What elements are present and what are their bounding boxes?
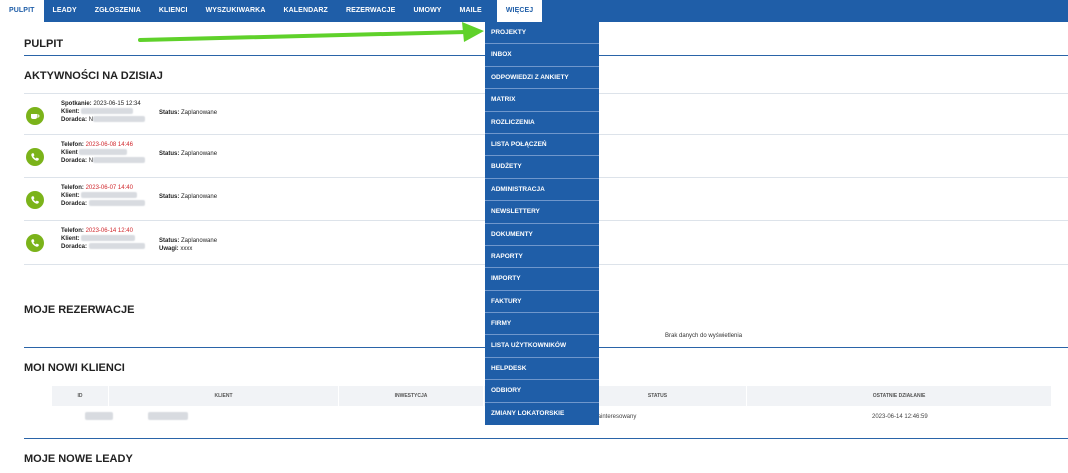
menu-item-newslettery[interactable]: NEWSLETTERY (485, 201, 599, 224)
nav-rezerwacje[interactable]: REZERWACJE (337, 0, 405, 22)
client-label: Klient: (61, 193, 80, 199)
column-header-investment[interactable]: INWESTYCJA (339, 386, 484, 406)
menu-item-odbiory[interactable]: ODBIORY (485, 380, 599, 403)
activity-datetime: 2023-06-08 14:46 (85, 142, 133, 148)
column-header-id[interactable]: ID (52, 386, 109, 406)
nav-wiecej[interactable]: WIĘCEJ (496, 0, 543, 22)
advisor-label: Doradca: (61, 201, 88, 207)
client-label: Klient (61, 150, 78, 156)
column-header-client[interactable]: KLIENT (109, 386, 339, 406)
menu-item-firmy[interactable]: FIRMY (485, 313, 599, 336)
activity-item[interactable]: Telefon: 2023-06-08 14:46 Klient Doradca… (26, 141, 326, 177)
activity-item[interactable]: Telefon: 2023-06-14 12:40 Klient: Doradc… (26, 227, 326, 263)
status-label: Status: (159, 194, 180, 200)
status-label: Status: (159, 151, 180, 157)
menu-item-inbox[interactable]: INBOX (485, 44, 599, 67)
activity-datetime: 2023-06-14 12:40 (85, 228, 133, 234)
phone-icon (31, 153, 39, 161)
nav-kalendarz[interactable]: KALENDARZ (274, 0, 336, 22)
phone-icon (31, 196, 39, 204)
empty-state-text: Brak danych do wyświetlenia (665, 333, 743, 339)
client-name-redacted (81, 235, 136, 242)
nav-wyszukiwarka[interactable]: WYSZUKIWARKA (197, 0, 275, 22)
client-label: Klient: (61, 236, 80, 242)
row-status: Zainteresowany (594, 414, 637, 420)
row-last-action: 2023-06-14 12:46:59 (872, 414, 928, 420)
activity-type-badge (26, 191, 44, 209)
advisor-label: Doradca: (61, 244, 88, 250)
client-name-redacted (81, 108, 134, 115)
activity-type: Spotkanie: (61, 101, 92, 107)
client-name-redacted (81, 192, 138, 199)
client-name-redacted (148, 412, 188, 420)
menu-item-importy[interactable]: IMPORTY (485, 268, 599, 291)
activity-type-badge (26, 234, 44, 252)
new-clients-title: MOI NOWI KLIENCI (24, 362, 125, 374)
menu-item-matrix[interactable]: MATRIX (485, 89, 599, 112)
advisor-name-redacted (93, 116, 146, 123)
activity-type: Telefon: (61, 185, 84, 191)
menu-item-administracja[interactable]: ADMINISTRACJA (485, 179, 599, 202)
reservations-title: MOJE REZERWACJE (24, 304, 135, 316)
status-value: Zaplanowane (181, 151, 218, 157)
status-label: Status: (159, 238, 180, 244)
activity-datetime: 2023-06-07 14:40 (85, 185, 133, 191)
nav-leady[interactable]: LEADY (44, 0, 86, 22)
nav-zgloszenia[interactable]: ZGŁOSZENIA (86, 0, 150, 22)
advisor-name-redacted (88, 243, 145, 250)
nav-umowy[interactable]: UMOWY (404, 0, 450, 22)
status-value: Zaplanowane (181, 194, 218, 200)
top-nav: PULPIT LEADY ZGŁOSZENIA KLIENCI WYSZUKIW… (0, 0, 1068, 22)
advisor-name-redacted (93, 157, 146, 164)
activity-item[interactable]: Spotkanie: 2023-06-15 12:34 Klient: Dora… (26, 100, 326, 136)
more-dropdown-menu: PROJEKTY INBOX ODPOWIEDZI Z ANKIETY MATR… (485, 22, 599, 426)
advisor-label: Doradca: (61, 158, 88, 164)
client-label: Klient: (61, 109, 80, 115)
client-name-redacted (79, 149, 128, 156)
nav-maile[interactable]: MAILE (451, 0, 491, 22)
activity-type: Telefon: (61, 228, 84, 234)
menu-item-helpdesk[interactable]: HELPDESK (485, 358, 599, 381)
nav-klienci[interactable]: KLIENCI (150, 0, 197, 22)
menu-item-faktury[interactable]: FAKTURY (485, 291, 599, 314)
menu-item-lista-polaczen[interactable]: LISTA POŁĄCZEŃ (485, 134, 599, 157)
advisor-label: Doradca: (61, 117, 88, 123)
note-value: xxxx (180, 246, 193, 252)
menu-item-projekty[interactable]: PROJEKTY (485, 22, 599, 45)
menu-item-rozliczenia[interactable]: ROZLICZENIA (485, 112, 599, 134)
activity-item[interactable]: Telefon: 2023-06-07 14:40 Klient: Doradc… (26, 184, 326, 220)
menu-item-raporty[interactable]: RAPORTY (485, 246, 599, 269)
activity-type-badge (26, 148, 44, 166)
menu-item-odpowiedzi-z-ankiety[interactable]: ODPOWIEDZI Z ANKIETY (485, 67, 599, 90)
divider (24, 438, 1068, 439)
status-value: Zaplanowane (181, 238, 218, 244)
menu-item-zmiany-lokatorskie[interactable]: ZMIANY LOKATORSKIE (485, 403, 599, 425)
activity-type-badge (26, 107, 44, 125)
phone-icon (31, 239, 39, 247)
note-label: Uwagi: (159, 246, 179, 252)
column-header-last-action[interactable]: OSTATNIE DZIAŁANIE (747, 386, 1052, 406)
activity-datetime: 2023-06-15 12:34 (93, 101, 141, 107)
activity-type: Telefon: (61, 142, 84, 148)
activities-title: AKTYWNOŚCI NA DZISIAJ (24, 70, 163, 82)
page-title: PULPIT (24, 38, 64, 50)
status-label: Status: (159, 110, 180, 116)
menu-item-budzety[interactable]: BUDŻETY (485, 156, 599, 179)
menu-item-lista-uzytkownikow[interactable]: LISTA UŻYTKOWNIKÓW (485, 335, 599, 358)
id-redacted (85, 412, 113, 420)
nav-pulpit[interactable]: PULPIT (0, 0, 44, 22)
new-leads-title: MOJE NOWE LEADY (24, 453, 133, 465)
status-value: Zaplanowane (181, 110, 218, 116)
advisor-name-redacted (88, 200, 145, 207)
coffee-icon (31, 114, 40, 119)
menu-item-dokumenty[interactable]: DOKUMENTY (485, 224, 599, 246)
